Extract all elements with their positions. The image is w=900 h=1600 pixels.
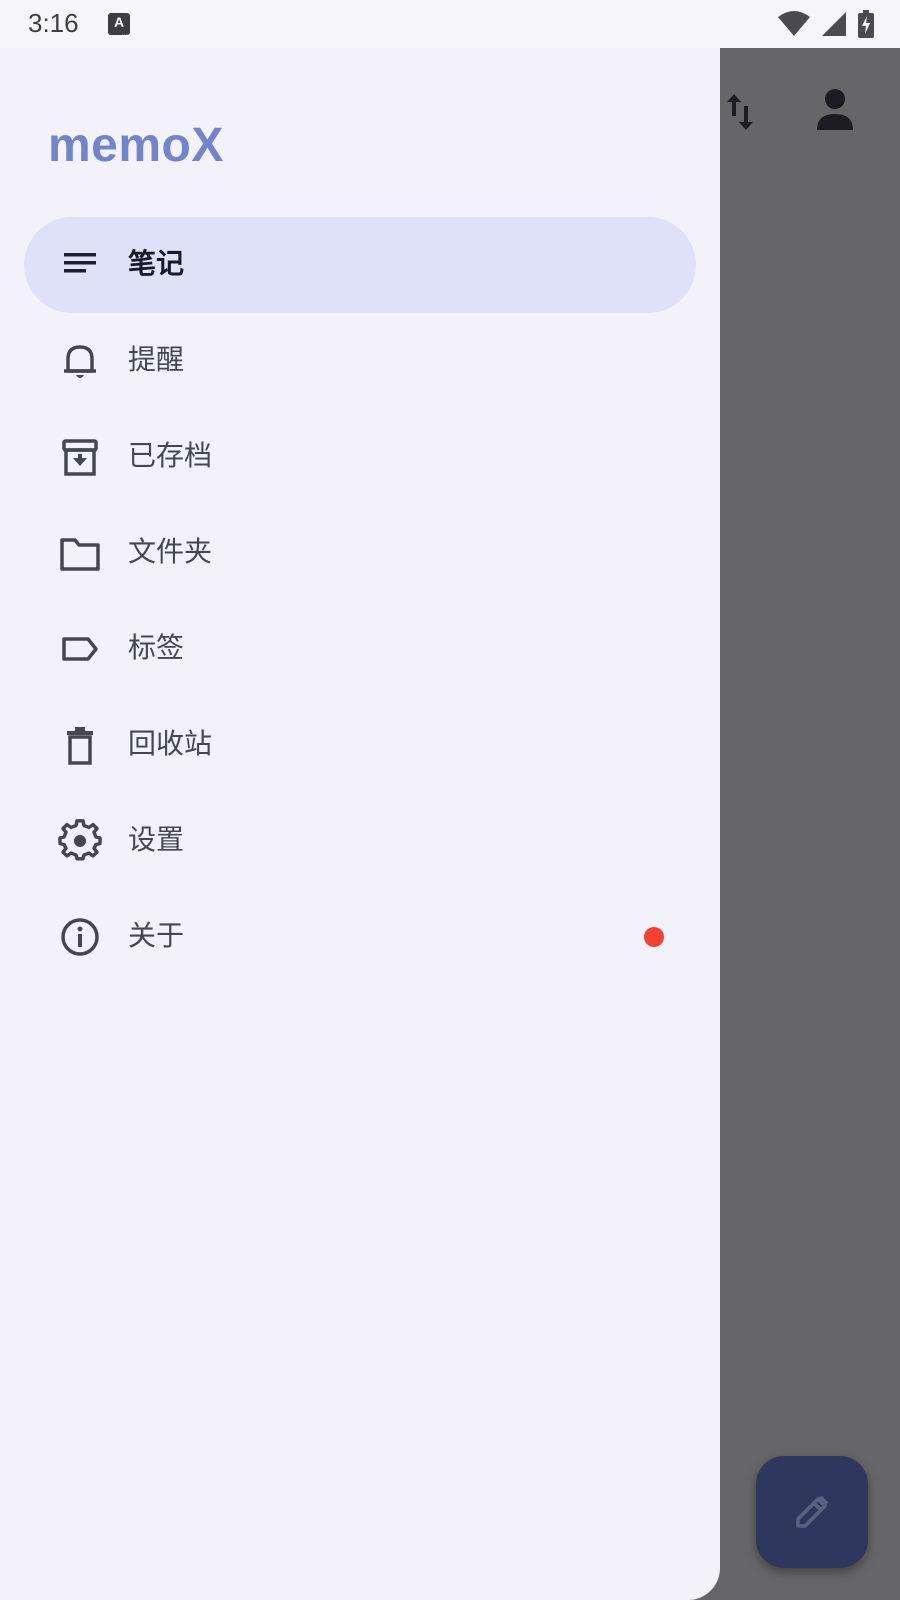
status-icons xyxy=(778,10,874,38)
drawer-item-notes[interactable]: 笔记 xyxy=(24,217,696,313)
cell-signal-icon xyxy=(822,12,846,36)
drawer-item-label: 关于 xyxy=(128,919,185,952)
account-icon[interactable] xyxy=(816,88,854,132)
trash-icon xyxy=(67,727,93,765)
drawer-item-settings[interactable]: 设置 xyxy=(24,793,696,889)
settings-icon xyxy=(58,819,102,861)
drawer-item-trash[interactable]: 回收站 xyxy=(24,697,696,793)
drawer-item-labels[interactable]: 标签 xyxy=(24,601,696,697)
drawer-item-about[interactable]: 关于 xyxy=(24,889,696,985)
drawer-item-label: 标签 xyxy=(128,631,185,664)
battery-charging-icon xyxy=(858,10,874,38)
drawer-item-label: 提醒 xyxy=(128,343,185,376)
drawer-item-label: 回收站 xyxy=(128,727,213,760)
drawer-item-folders[interactable]: 文件夹 xyxy=(24,505,696,601)
label-icon xyxy=(62,637,98,661)
archive-icon xyxy=(62,439,98,476)
notes-icon xyxy=(64,253,96,273)
edit-pencil-icon xyxy=(796,1495,829,1528)
keyboard-indicator-icon: A xyxy=(108,13,130,43)
drawer-item-label: 设置 xyxy=(128,823,185,856)
drawer-item-label: 文件夹 xyxy=(128,535,213,568)
status-bar: 3:16 A xyxy=(0,0,900,48)
drawer-item-reminders[interactable]: 提醒 xyxy=(24,313,696,409)
bell-icon xyxy=(64,345,96,378)
drawer-item-label: 笔记 xyxy=(128,247,185,280)
wifi-icon xyxy=(778,11,810,36)
status-time: 3:16 xyxy=(28,8,79,38)
folder-icon xyxy=(60,538,100,571)
drawer-item-label: 已存档 xyxy=(128,439,213,472)
new-note-fab[interactable] xyxy=(756,1456,868,1568)
navigation-drawer: memoX 笔记 提醒 已存档 文件夹 标签 回收站 设置 关于 xyxy=(0,48,720,1600)
sort-icon[interactable] xyxy=(726,92,756,132)
notification-badge xyxy=(644,927,664,947)
app-brand-title: memoX xyxy=(48,119,224,172)
drawer-item-archived[interactable]: 已存档 xyxy=(24,409,696,505)
info-icon xyxy=(61,918,99,956)
